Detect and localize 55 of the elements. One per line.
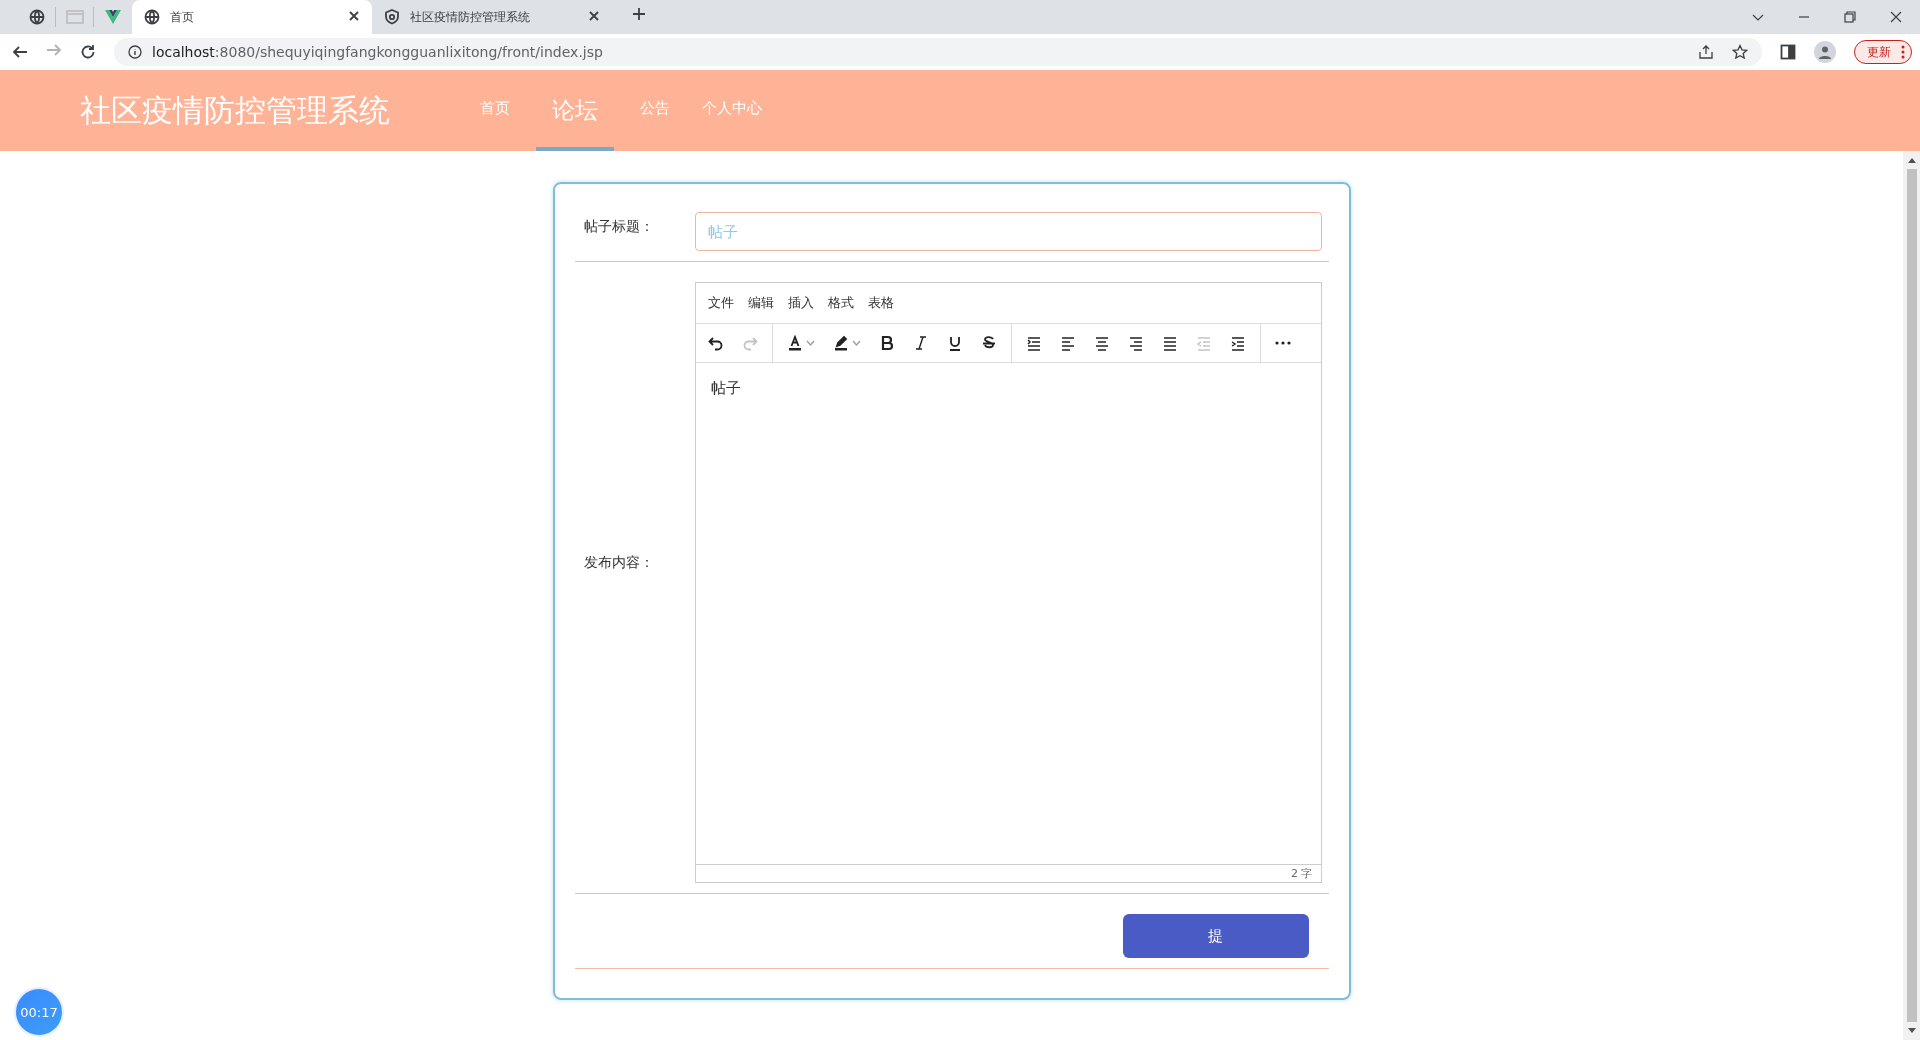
profile-avatar[interactable] [1814,41,1836,63]
person-icon [1818,45,1832,59]
plus-icon [632,7,646,21]
field-label: 帖子标题： [582,217,655,236]
caret-icon [851,340,861,346]
align-left-icon [1059,334,1076,352]
url-text: localhost:8080/shequyiqingfangkongguanlixitong/front/index.jsp [152,44,603,60]
globe-icon [144,9,160,25]
field-label: 发布内容： [582,553,655,572]
redo-icon [741,334,758,352]
shield-icon [384,9,400,25]
undo-icon [707,334,724,352]
editor-content[interactable]: 帖子 [695,363,1321,864]
word-count: 2 字 [1291,866,1313,881]
text-color-icon [786,334,803,352]
address-bar[interactable]: localhost:8080/shequyiqingfangkongguanlixitong/front/index.jsp [114,38,1762,66]
align-center-icon [1093,334,1110,352]
line-height-icon [1025,334,1042,352]
timer-badge: 00:17 [14,987,64,1037]
highlighter-icon [832,334,849,352]
star-icon [1732,44,1748,60]
outdent-icon [1195,334,1212,352]
side-panel-icon [1780,44,1796,60]
align-right-icon [1127,334,1144,352]
forward-icon [46,42,62,58]
menu-item[interactable]: 格式 [820,294,861,312]
more-icon [1274,341,1291,345]
close-icon [588,9,600,22]
window-icon [65,10,84,24]
globe-icon [28,9,45,25]
menu-item[interactable]: 表格 [860,294,901,312]
caret-icon [805,340,815,346]
close-icon [1890,11,1902,23]
site-title: 社区疫情防控管理系统 [80,90,390,130]
info-icon [128,45,142,59]
scrollbar[interactable] [1903,151,1920,1040]
more-vertical-icon [1901,45,1905,59]
share-icon [1698,44,1714,60]
title-input[interactable]: 帖子 [694,212,1322,251]
scroll-up-icon [1907,157,1916,163]
justify-icon [1161,334,1178,352]
close-icon [348,9,360,22]
menu-item[interactable]: 文件 [700,294,741,312]
menu-item[interactable]: 编辑 [740,294,781,312]
restore-icon [1844,11,1856,23]
scroll-down-icon [1907,1028,1916,1034]
browser-tab[interactable]: 社区疫情防控管理系统 [372,0,612,34]
menu-item[interactable]: 插入 [780,294,821,312]
v-logo-icon [104,9,122,25]
back-icon [12,44,28,60]
indent-icon [1229,334,1246,352]
submit-button[interactable]: 提 [1122,914,1309,958]
update-button[interactable]: 更新 [1854,40,1912,64]
reload-icon [80,44,96,60]
browser-tab[interactable]: 首页 [132,0,372,34]
